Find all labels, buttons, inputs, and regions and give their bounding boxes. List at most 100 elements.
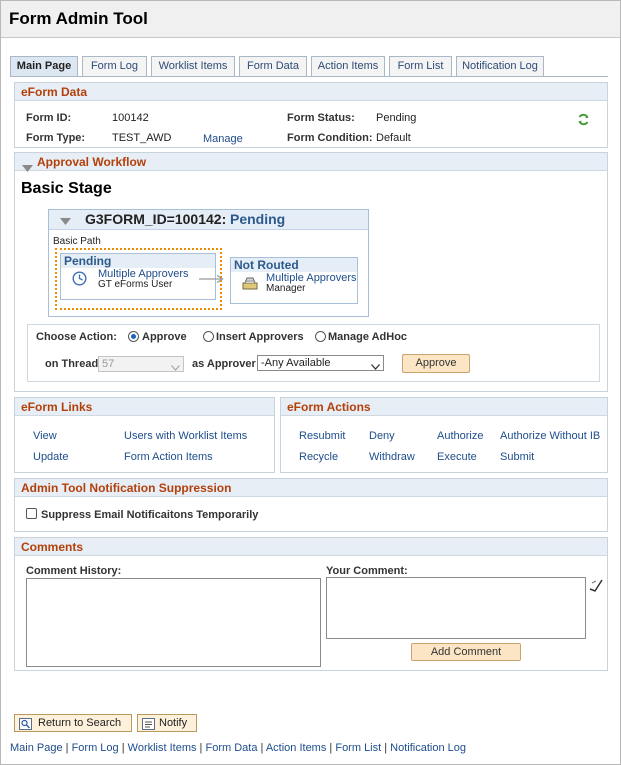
view-link[interactable]: View (33, 430, 57, 442)
eform-links-header: eForm Links (15, 398, 274, 416)
approver-select-value: -Any Available (261, 357, 331, 369)
deny-link[interactable]: Deny (369, 430, 395, 442)
eform-actions-header: eForm Actions (281, 398, 607, 416)
eform-data-header: eForm Data (15, 83, 607, 101)
your-comment-label: Your Comment: (326, 565, 408, 577)
footer-nav: Main Page | Form Log | Worklist Items | … (10, 742, 466, 754)
footer-separator: | (381, 742, 391, 754)
form-id-label: Form ID: (26, 112, 72, 124)
submit-link[interactable]: Submit (500, 451, 534, 463)
footer-separator: | (62, 742, 72, 754)
workflow-diagram-header: G3FORM_ID=100142: Pending (49, 210, 368, 230)
search-icon (19, 718, 32, 736)
footer-link-action-items[interactable]: Action Items (266, 742, 327, 754)
form-status-label: Form Status: (287, 112, 355, 124)
eform-actions-panel: eForm Actions Resubmit Deny Authorize Au… (280, 397, 608, 473)
manage-adhoc-radio[interactable] (315, 331, 326, 342)
choose-action-label: Choose Action: (36, 331, 117, 343)
approve-radio[interactable] (128, 331, 139, 342)
step-not-routed-status: Not Routed (231, 258, 357, 272)
clock-icon (72, 271, 87, 289)
step-pending: Pending Multiple Approvers GT eForms Use… (60, 253, 216, 300)
comments-header: Comments (15, 538, 607, 556)
recycle-link[interactable]: Recycle (299, 451, 338, 463)
footer-separator: | (118, 742, 128, 754)
collapse-triangle-icon (60, 216, 71, 228)
page-title: Form Admin Tool (9, 9, 148, 28)
notification-suppression-header: Admin Tool Notification Suppression (15, 479, 607, 497)
collapse-triangle-icon (22, 159, 33, 177)
footer-link-worklist-items[interactable]: Worklist Items (128, 742, 197, 754)
tab-divider (10, 76, 608, 77)
app-window: Form Admin Tool Main Page Form Log Workl… (0, 0, 621, 765)
approve-radio-label: Approve (142, 331, 187, 343)
footer-separator: | (257, 742, 266, 754)
thread-label: on Thread (45, 358, 99, 370)
step-pending-user: GT eForms User (98, 279, 173, 290)
thread-select[interactable]: 57 (98, 356, 184, 372)
tab-form-data[interactable]: Form Data (239, 56, 307, 76)
form-type-label: Form Type: (26, 132, 86, 144)
update-link[interactable]: Update (33, 451, 68, 463)
spell-check-icon[interactable] (589, 578, 603, 595)
insert-approvers-label: Insert Approvers (216, 331, 304, 343)
eform-data-panel: eForm Data Form ID: 100142 Form Type: TE… (14, 82, 608, 148)
footer-link-notification-log[interactable]: Notification Log (390, 742, 466, 754)
notify-label: Notify (159, 717, 188, 729)
workflow-form-id: G3FORM_ID=100142: (85, 211, 227, 227)
footer-link-form-list[interactable]: Form List (335, 742, 381, 754)
path-label: Basic Path (53, 236, 101, 247)
notification-suppression-panel: Admin Tool Notification Suppression Supp… (14, 478, 608, 532)
approve-button[interactable]: Approve (402, 354, 470, 373)
chevron-down-icon (171, 361, 180, 375)
your-comment-textarea[interactable] (326, 577, 586, 639)
comments-panel: Comments Comment History: Your Comment: … (14, 537, 608, 671)
arrow-right-icon (199, 274, 225, 287)
eform-links-panel: eForm Links View Users with Worklist Ite… (14, 397, 275, 473)
authorize-link[interactable]: Authorize (437, 430, 483, 442)
footer-link-form-log[interactable]: Form Log (72, 742, 119, 754)
manage-adhoc-label: Manage AdHoc (328, 331, 408, 343)
form-condition-value: Default (376, 132, 411, 144)
footer-link-main-page[interactable]: Main Page (10, 742, 63, 754)
manage-link[interactable]: Manage (203, 133, 243, 145)
resubmit-link[interactable]: Resubmit (299, 430, 345, 442)
approver-select[interactable]: -Any Available (257, 355, 384, 371)
tab-action-items[interactable]: Action Items (311, 56, 385, 76)
form-type-value: TEST_AWD (112, 132, 172, 144)
approver-label: as Approver (192, 358, 256, 370)
users-worklist-link[interactable]: Users with Worklist Items (124, 430, 247, 442)
step-pending-status: Pending (61, 254, 215, 268)
stage-title: Basic Stage (21, 180, 112, 197)
step-not-routed: Not Routed Multiple Approvers Manager (230, 257, 358, 304)
refresh-icon[interactable] (577, 113, 590, 129)
approval-workflow-title: Approval Workflow (37, 155, 147, 169)
suppress-email-checkbox[interactable] (26, 508, 37, 519)
form-condition-label: Form Condition: (287, 132, 373, 144)
execute-link[interactable]: Execute (437, 451, 477, 463)
tab-form-log[interactable]: Form Log (82, 56, 147, 76)
notify-button[interactable]: Notify (137, 714, 197, 732)
comment-history-label: Comment History: (26, 565, 122, 577)
withdraw-link[interactable]: Withdraw (369, 451, 415, 463)
footer-separator: | (326, 742, 336, 754)
thread-select-value: 57 (102, 358, 115, 370)
approval-workflow-header[interactable]: Approval Workflow (15, 153, 607, 172)
form-status-value: Pending (376, 112, 417, 124)
form-id-value: 100142 (112, 112, 149, 124)
step-not-routed-user: Manager (266, 283, 306, 294)
inbox-tray-icon (242, 277, 258, 293)
tab-worklist-items[interactable]: Worklist Items (151, 56, 235, 76)
return-to-search-button[interactable]: Return to Search (14, 714, 132, 732)
tab-notification-log[interactable]: Notification Log (456, 56, 544, 76)
add-comment-button[interactable]: Add Comment (411, 643, 521, 661)
notify-icon (142, 718, 155, 736)
insert-approvers-radio[interactable] (203, 331, 214, 342)
workflow-status: Pending (230, 211, 286, 227)
authorize-without-ib-link[interactable]: Authorize Without IB (500, 430, 600, 442)
form-action-items-link[interactable]: Form Action Items (124, 451, 213, 463)
comment-history-textarea[interactable] (26, 578, 321, 667)
tab-form-list[interactable]: Form List (389, 56, 452, 76)
tab-main-page[interactable]: Main Page (10, 56, 78, 76)
footer-link-form-data[interactable]: Form Data (205, 742, 257, 754)
